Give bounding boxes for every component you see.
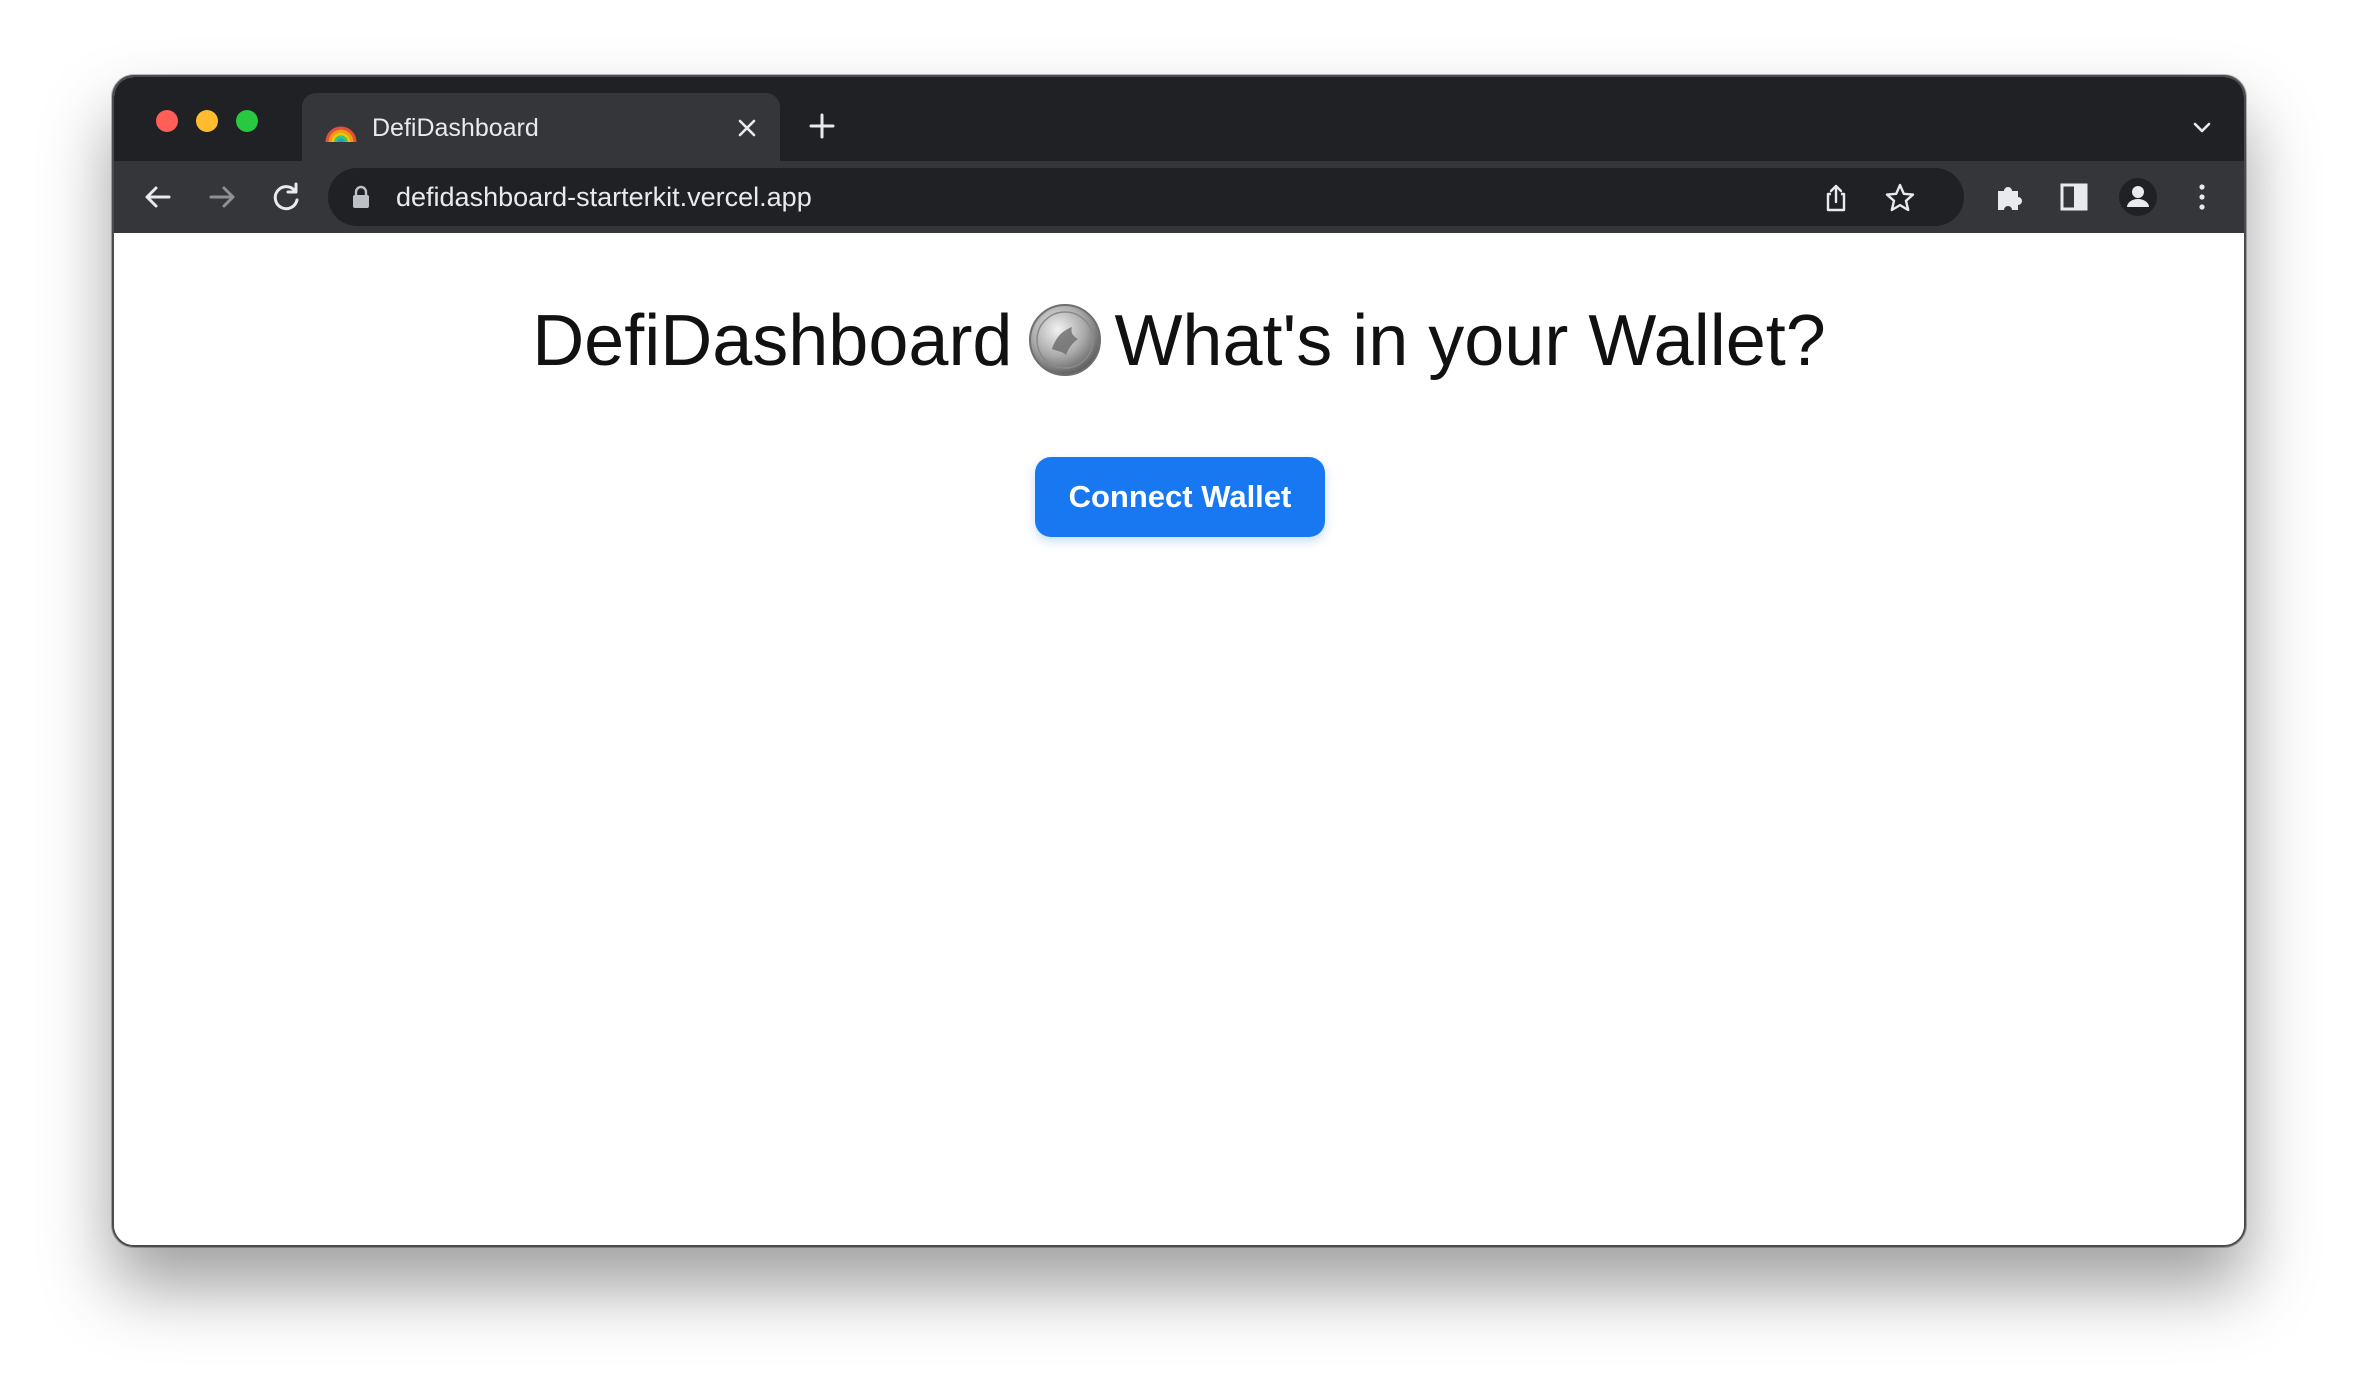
side-panel-icon[interactable] — [2056, 179, 2092, 215]
rainbow-icon — [325, 126, 357, 143]
window-minimize-button[interactable] — [196, 110, 218, 132]
page-content: DefiDashboard What's in your Wallet? Con… — [114, 233, 2244, 1245]
screenshot-stage: DefiDashboard defidashboard-starterkit.v… — [0, 0, 2358, 1396]
reload-icon[interactable] — [268, 179, 304, 215]
browser-toolbar: defidashboard-starterkit.vercel.app — [114, 161, 2244, 233]
window-maximize-button[interactable] — [236, 110, 258, 132]
window-close-button[interactable] — [156, 110, 178, 132]
lock-icon[interactable] — [350, 185, 372, 209]
tab-strip: DefiDashboard — [114, 77, 2244, 161]
coin-icon — [1029, 304, 1102, 376]
chevron-down-icon[interactable] — [2190, 115, 2214, 139]
browser-window: DefiDashboard defidashboard-starterkit.v… — [112, 75, 2246, 1247]
arrow-left-icon[interactable] — [140, 179, 176, 215]
plus-icon[interactable] — [806, 110, 838, 142]
tab-title: DefiDashboard — [372, 114, 539, 142]
kebab-menu-icon[interactable] — [2184, 179, 2220, 215]
page-title: DefiDashboard What's in your Wallet? — [114, 293, 2244, 389]
profile-icon[interactable] — [2118, 177, 2158, 217]
close-icon[interactable] — [734, 115, 760, 141]
url-text[interactable]: defidashboard-starterkit.vercel.app — [396, 181, 812, 213]
address-bar[interactable]: defidashboard-starterkit.vercel.app — [328, 168, 1964, 226]
star-icon[interactable] — [1884, 182, 1916, 214]
headline-question: What's in your Wallet? — [1114, 301, 1826, 381]
puzzle-icon[interactable] — [1992, 179, 2028, 215]
arrow-right-icon[interactable] — [204, 179, 240, 215]
headline-brand: DefiDashboard — [532, 301, 1013, 381]
share-icon[interactable] — [1820, 182, 1852, 214]
tab-defidashboard[interactable]: DefiDashboard — [302, 93, 780, 161]
connect-wallet-button[interactable]: Connect Wallet — [1035, 457, 1325, 537]
